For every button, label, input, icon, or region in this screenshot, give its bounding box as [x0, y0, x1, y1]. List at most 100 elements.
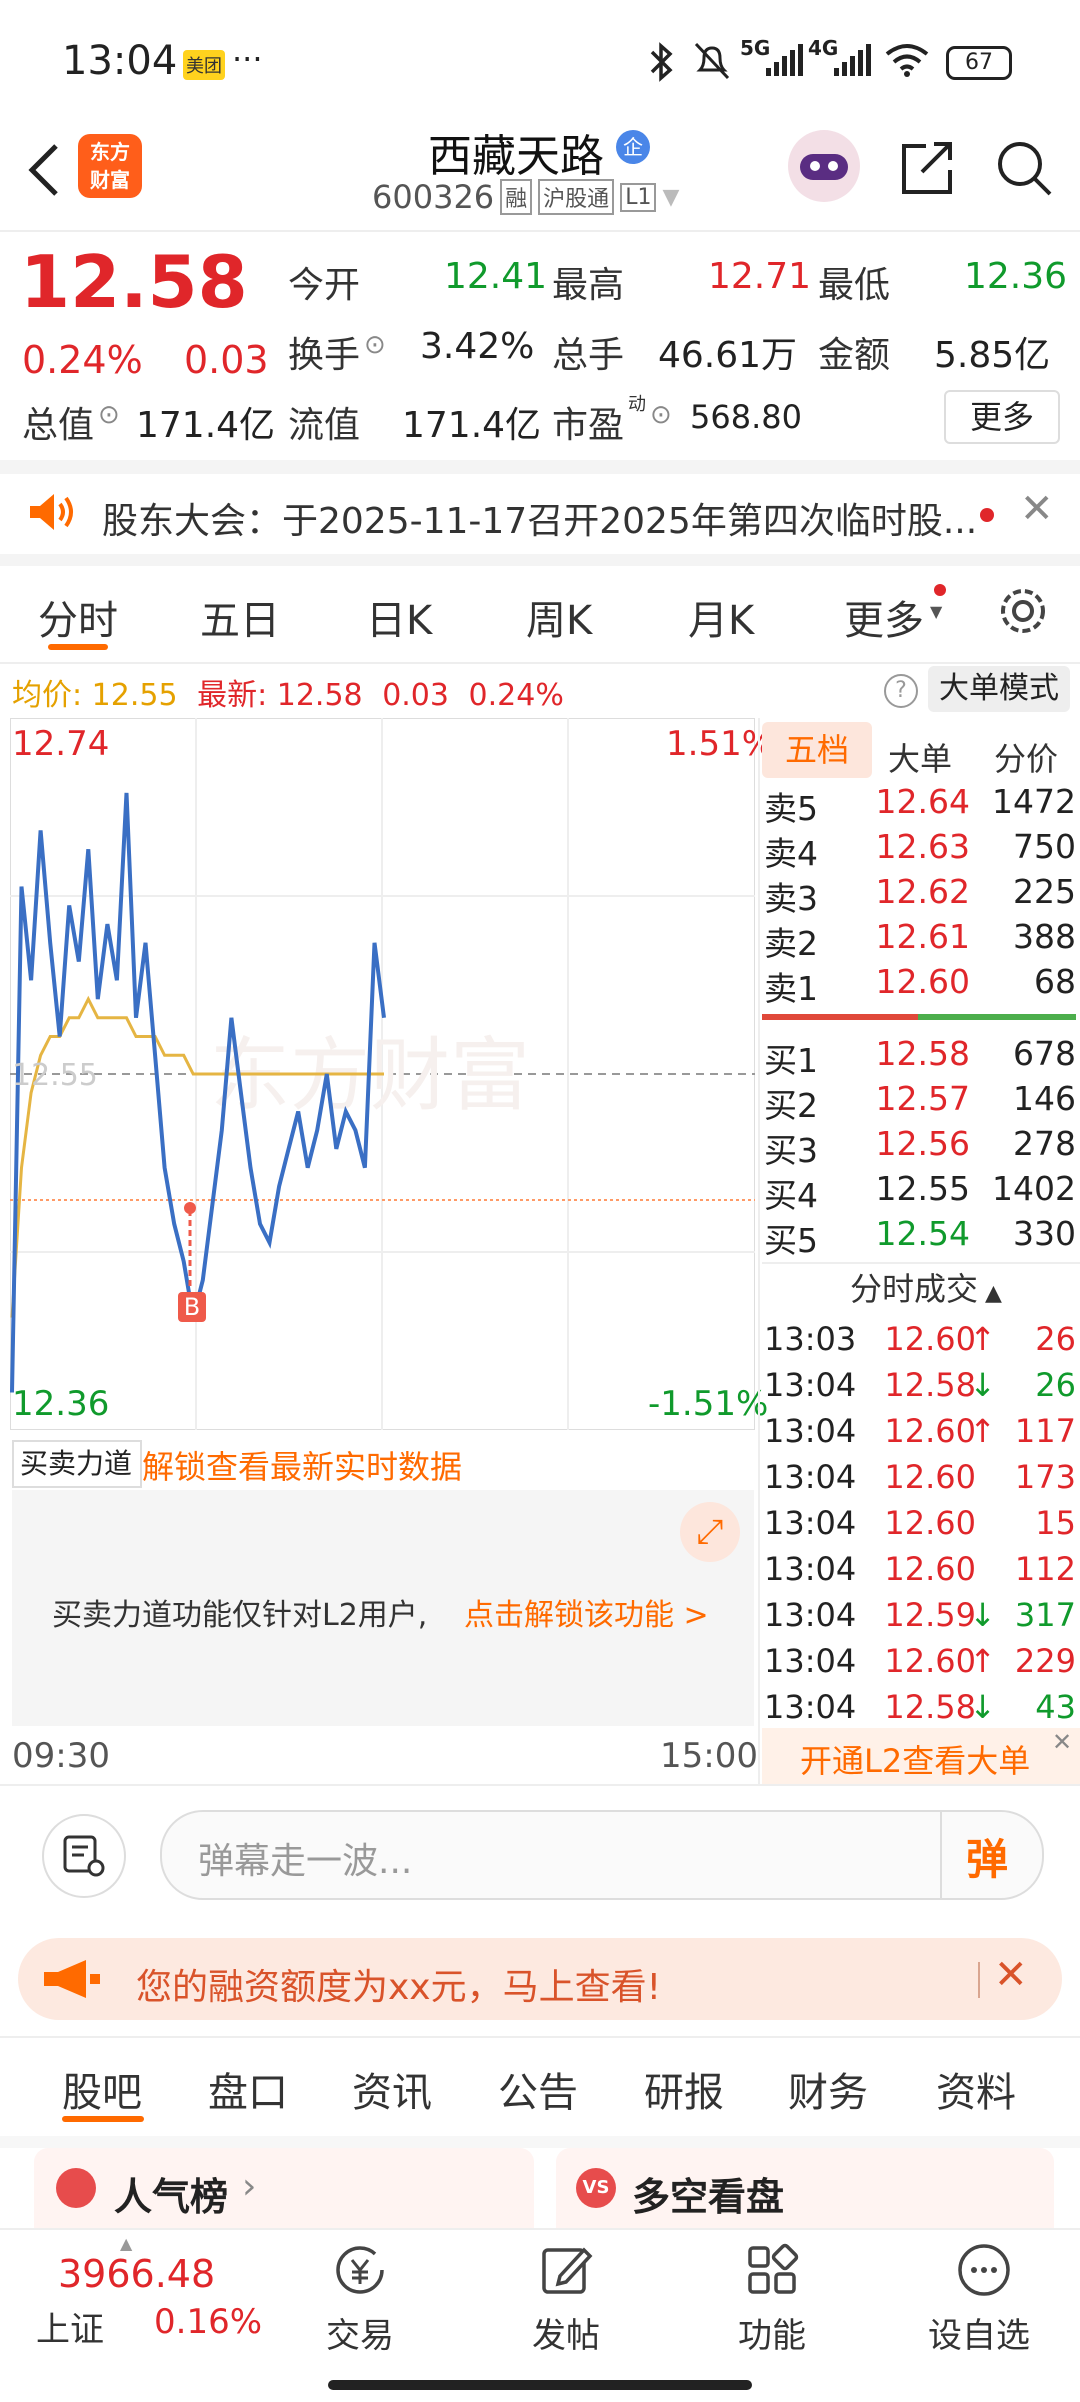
l2-banner-close-icon[interactable]: ✕	[1052, 1728, 1072, 1756]
nav-trade[interactable]: 交易	[310, 2240, 410, 2360]
bid-row: 买2 12.57 146	[762, 1079, 1080, 1125]
float-label: 流值	[288, 405, 361, 446]
dropdown-icon[interactable]: ▼	[662, 185, 679, 210]
notice-close-icon[interactable]: ✕	[1020, 486, 1054, 532]
tab-intraday[interactable]: 分时	[38, 588, 118, 646]
tab-five-levels[interactable]: 五档	[762, 722, 872, 778]
bid-row: 买1 12.58 678	[762, 1034, 1080, 1080]
tab-monthly-k[interactable]: 月K	[688, 588, 754, 646]
tab-daily-k[interactable]: 日K	[366, 588, 432, 646]
popularity-card[interactable]: 人气榜 ›	[34, 2148, 534, 2228]
unlock-feature-link[interactable]: 点击解锁该功能 >	[464, 1590, 709, 1634]
turnover-info-icon[interactable]: ⊙	[364, 330, 386, 360]
chart-tabs: 分时 五日 日K 周K 月K 更多 ▼	[0, 566, 1080, 662]
tab-more[interactable]: 更多	[844, 588, 924, 646]
logo-text-top: 东方	[90, 140, 130, 164]
settings-gear-icon[interactable]	[996, 584, 1050, 638]
amount-label: 金额	[818, 335, 891, 376]
section-tab-profile[interactable]: 资料	[936, 2060, 1016, 2118]
down-arrow-icon: ↓	[969, 1688, 996, 1726]
tab-price-distribution[interactable]: 分价	[994, 734, 1058, 780]
ask-label: 卖4	[764, 834, 818, 873]
tick-volume: 26	[1035, 1366, 1076, 1404]
battery-level: 67	[965, 50, 993, 75]
tab-big-orders[interactable]: 大单	[888, 734, 952, 780]
expand-icon[interactable]: ⤢	[680, 1502, 740, 1562]
share-icon[interactable]	[898, 138, 958, 198]
avg-label: 均价:	[12, 678, 83, 713]
popularity-arrow-icon: ›	[242, 2166, 257, 2207]
tick-volume: 112	[1014, 1550, 1076, 1588]
megaphone-icon	[44, 1960, 100, 1998]
tag-level: L1	[620, 182, 657, 212]
help-icon[interactable]: ?	[884, 674, 918, 708]
latest-pct: 0.24%	[468, 678, 564, 713]
bid-price: 12.57	[875, 1079, 970, 1118]
ticks-title[interactable]: 分时成交 ▲	[850, 1264, 1002, 1310]
nav-functions[interactable]: 功能	[722, 2240, 822, 2360]
status-bar: 13:04 美团 ··· 5G 4G 67	[0, 0, 1080, 120]
stock-code: 600326	[372, 178, 495, 216]
pe-label: 市盈	[552, 405, 625, 446]
unlock-realtime-link[interactable]: 解锁查看最新实时数据	[142, 1442, 462, 1488]
intraday-info-line: 均价: 12.55 最新: 12.58 0.03 0.24%	[12, 670, 564, 714]
tab-five-day[interactable]: 五日	[200, 588, 280, 646]
pe-info-icon[interactable]: ⊙	[650, 400, 672, 430]
ask-label: 卖2	[764, 924, 818, 963]
intraday-chart[interactable]: 东方财富 B 12.74 1.51% 12.55 12.36 -1.51%	[10, 718, 774, 1430]
notice-bar[interactable]: 股东大会：于2025-11-17召开2025年第四次临时股... ✕	[0, 474, 1080, 554]
home-indicator[interactable]	[328, 2380, 752, 2390]
section-tab-handicap[interactable]: 盘口	[208, 2060, 288, 2118]
tick-row: 13:04 12.60 ↑ 117	[762, 1412, 1080, 1458]
tick-time: 13:04	[764, 1688, 857, 1726]
open-value: 12.41	[444, 256, 548, 297]
bid-label: 买4	[764, 1176, 818, 1215]
ask-label: 卖1	[764, 969, 818, 1008]
nav-post[interactable]: 发帖	[516, 2240, 616, 2360]
nav-add-watchlist[interactable]: 设自选	[924, 2240, 1044, 2360]
section-tab-finance[interactable]: 财务	[788, 2060, 868, 2118]
tick-time: 13:04	[764, 1596, 857, 1634]
tab-weekly-k[interactable]: 周K	[526, 588, 592, 646]
bull-bear-card[interactable]: VS 多空看盘	[556, 2148, 1054, 2228]
ask-price: 12.61	[875, 917, 970, 956]
mid-price-label: 12.55	[12, 1058, 98, 1093]
back-icon[interactable]	[20, 140, 64, 200]
section-tab-research[interactable]: 研报	[644, 2060, 724, 2118]
promo-banner[interactable]: 您的融资额度为xx元，马上查看! ✕	[18, 1938, 1062, 2020]
bid-label: 买5	[764, 1221, 818, 1260]
intraday-chart-svg: 东方财富 B	[10, 718, 755, 1430]
edit-icon	[542, 2247, 593, 2294]
ask-strength-bar	[762, 1014, 918, 1020]
big-order-mode-button[interactable]: 大单模式	[928, 666, 1070, 712]
ask-price: 12.62	[875, 872, 970, 911]
low-value: 12.36	[964, 256, 1068, 297]
section-tab-announcements[interactable]: 公告	[498, 2060, 578, 2118]
more-quote-button[interactable]: 更多	[944, 390, 1060, 444]
x-start-label: 09:30	[12, 1736, 110, 1776]
indicator-selector[interactable]: 买卖力道 ▼	[12, 1440, 142, 1525]
section-tab-forum[interactable]: 股吧	[62, 2060, 142, 2118]
y-top-label: 12.74	[12, 724, 110, 764]
section-tab-news[interactable]: 资讯	[352, 2060, 432, 2118]
l2-banner[interactable]: 开通L2查看大单 ✕	[762, 1728, 1080, 1784]
ask-price: 12.64	[875, 782, 970, 821]
bid-price: 12.58	[875, 1034, 970, 1073]
status-time: 13:04	[62, 38, 178, 84]
ask-label: 卖5	[764, 789, 818, 828]
tick-volume: 117	[1014, 1412, 1076, 1450]
latest-value: 12.58	[276, 678, 363, 713]
robot-assistant-icon[interactable]	[788, 130, 860, 202]
danmaku-input[interactable]: 弹幕走一波... 弹	[160, 1810, 1044, 1900]
volume-value: 46.61万	[658, 335, 798, 376]
mcap-info-icon[interactable]: ⊙	[98, 400, 120, 430]
ask-row: 卖2 12.61 388	[762, 917, 1080, 963]
danmaku-send-button[interactable]: 弹	[966, 1826, 1008, 1887]
down-arrow-icon: ↓	[969, 1366, 996, 1404]
promo-close-icon[interactable]: ✕	[994, 1952, 1028, 1998]
tick-time: 13:04	[764, 1412, 857, 1450]
danmaku-list-button[interactable]	[42, 1814, 126, 1898]
search-icon[interactable]	[994, 138, 1054, 198]
ask-volume: 388	[1013, 917, 1076, 956]
up-arrow-icon: ↑	[969, 1642, 996, 1680]
